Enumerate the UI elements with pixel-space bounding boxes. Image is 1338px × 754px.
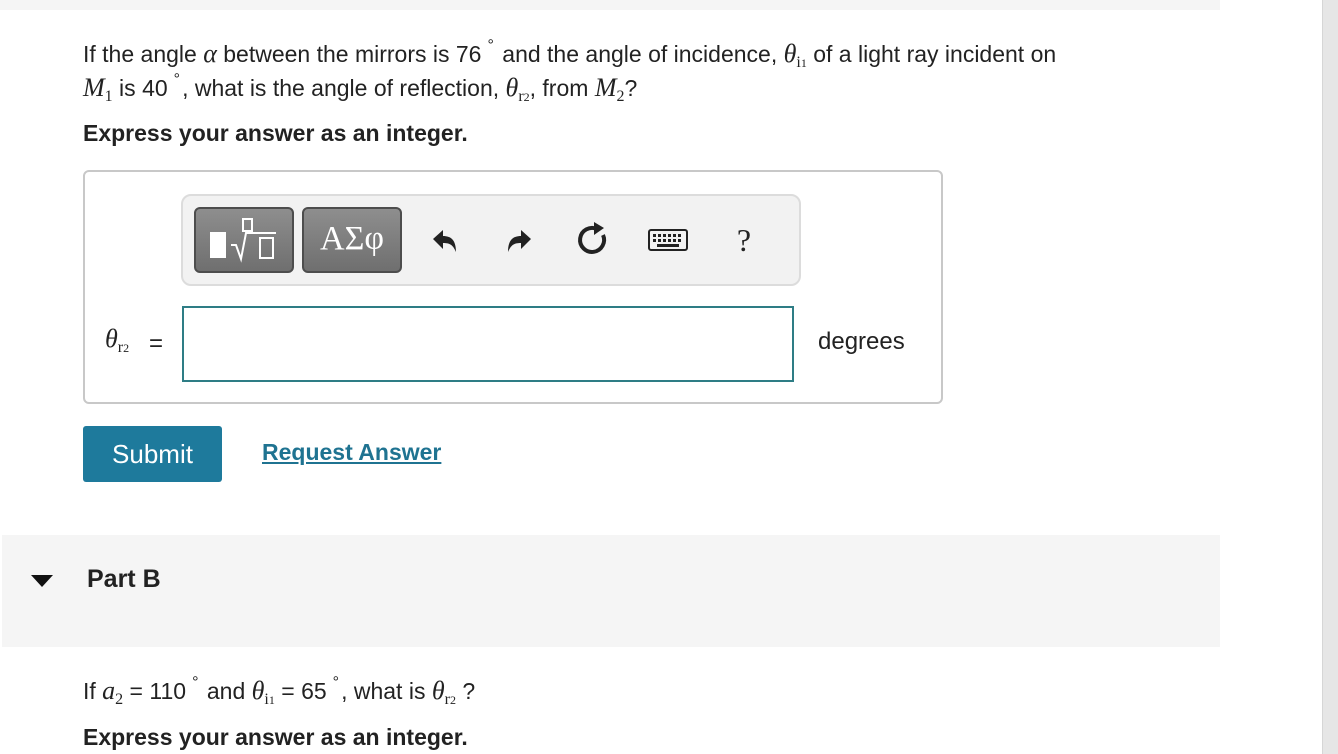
request-answer-link[interactable]: Request Answer [262, 439, 441, 466]
submit-button[interactable]: Submit [83, 426, 222, 482]
keyboard-icon [648, 229, 688, 251]
part-b-header[interactable]: Part B [2, 535, 1220, 647]
a2-value: 110 [149, 678, 187, 704]
vertical-scrollbar[interactable] [1322, 0, 1338, 754]
templates-icon [210, 218, 276, 263]
redo-button[interactable] [501, 208, 541, 272]
instruction-part-b: Express your answer as an integer. [83, 724, 468, 750]
help-button[interactable]: ? [729, 208, 759, 272]
keyboard-button[interactable] [645, 208, 691, 272]
undo-icon [433, 230, 456, 252]
incidence-value: 40 [142, 75, 168, 101]
answer-variable: θr2 [105, 324, 130, 356]
greek-symbols-button[interactable]: ΑΣφ [302, 207, 402, 273]
theta-i1-value: 65 [301, 678, 327, 704]
redo-icon [508, 230, 531, 252]
part-b-question: If a2 = 110 ° and θi1 = 65 °, what is θr2 … [83, 674, 476, 708]
reset-button[interactable] [573, 208, 613, 272]
top-band [0, 0, 1220, 10]
reset-icon [578, 222, 607, 254]
help-icon: ? [736, 222, 752, 258]
collapse-triangle-icon[interactable] [31, 575, 53, 587]
part-b-title: Part B [87, 565, 161, 593]
equals-sign: = [149, 330, 164, 357]
greek-symbols-icon: ΑΣφ [320, 220, 384, 257]
question-line-2: M1 is 40 °, what is the angle of reflecti… [83, 71, 638, 105]
answer-input[interactable] [182, 306, 794, 382]
answer-panel: ΑΣφ ? θr2 = degrees [83, 170, 943, 404]
math-toolbar: ΑΣφ ? [181, 194, 801, 286]
unit-label: degrees [818, 328, 905, 355]
templates-button[interactable] [194, 207, 294, 273]
undo-button[interactable] [423, 208, 463, 272]
instruction-part-a: Express your answer as an integer. [83, 120, 468, 146]
